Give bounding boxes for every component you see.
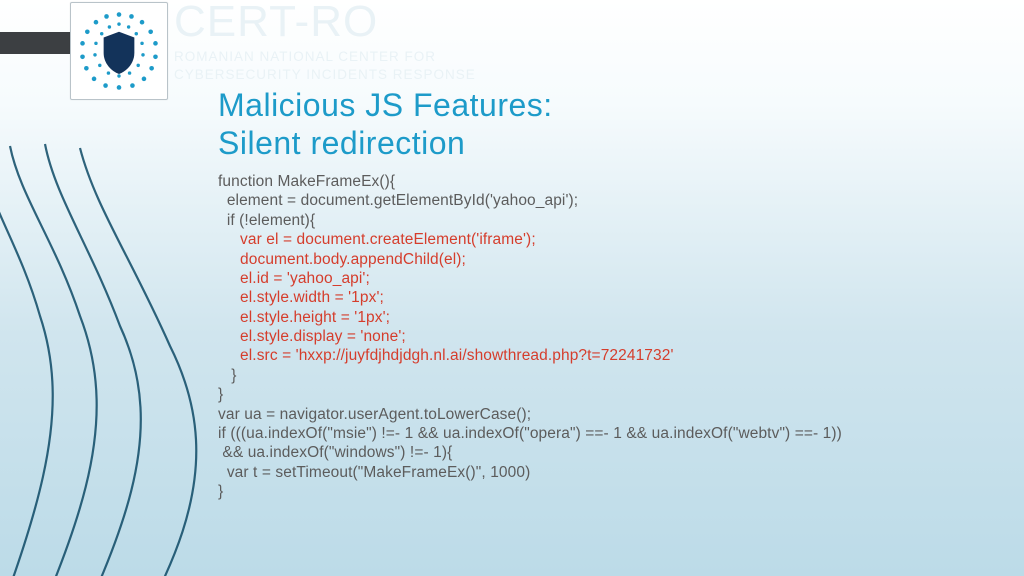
brand-title: CERT-RO (174, 0, 476, 44)
brand-block: CERT-RO ROMANIAN NATIONAL CENTER FOR CYB… (174, 0, 476, 84)
code-block: function MakeFrameEx(){ element = docume… (218, 172, 842, 501)
slide-tab (0, 32, 70, 54)
slide-title: Malicious JS Features: Silent redirectio… (218, 86, 553, 163)
cert-ro-logo (70, 2, 168, 100)
brand-subtitle: ROMANIAN NATIONAL CENTER FOR CYBERSECURI… (174, 48, 476, 84)
